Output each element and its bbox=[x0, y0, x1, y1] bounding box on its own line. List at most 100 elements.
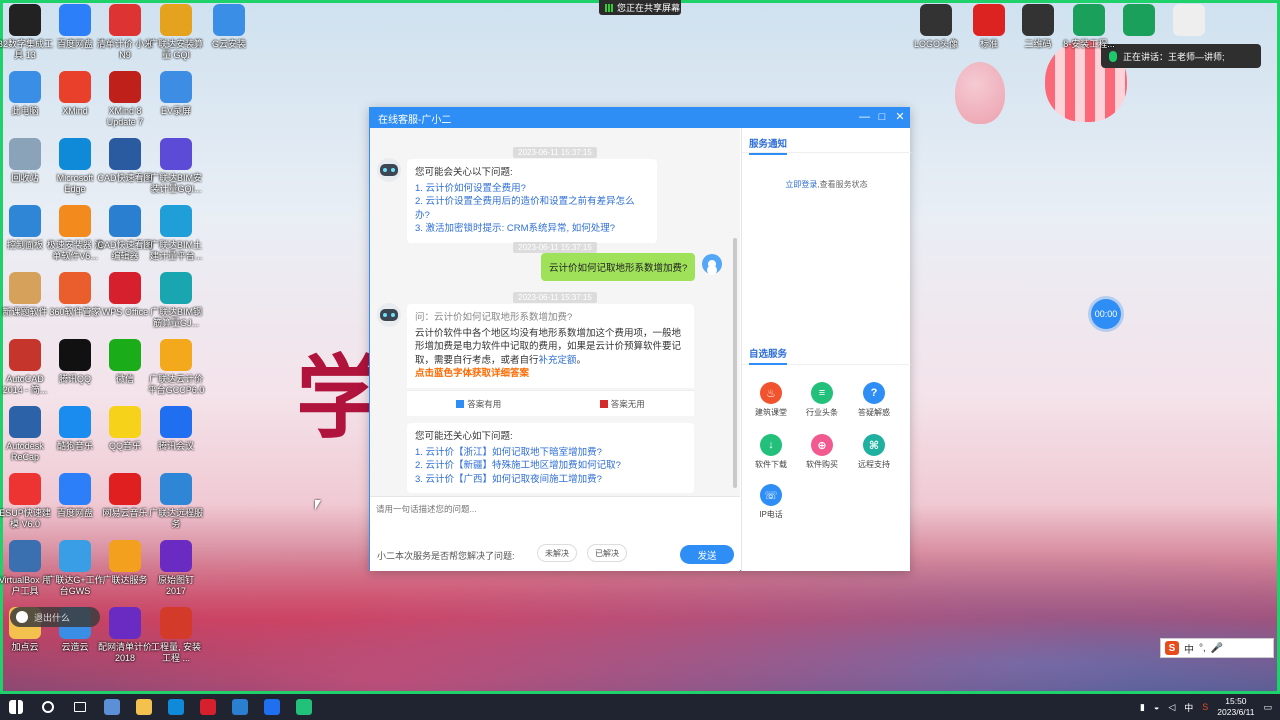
robot-icon bbox=[380, 164, 398, 176]
desktop-icon[interactable]: 清单计价 小米N9 bbox=[96, 4, 154, 61]
desktop-icon[interactable]: 配网清单计价 2018 bbox=[96, 607, 154, 664]
sogou-tray-icon[interactable]: S bbox=[1202, 702, 1208, 712]
app-icon bbox=[160, 339, 192, 371]
question-icon: ? bbox=[863, 382, 885, 404]
calculator-icon bbox=[104, 699, 120, 715]
service-item[interactable]: ⌘ 远程支持 bbox=[851, 434, 897, 470]
edge-app[interactable] bbox=[160, 694, 192, 720]
service-item[interactable]: ↓ 软件下载 bbox=[748, 434, 794, 470]
sogou-icon[interactable]: S bbox=[1165, 641, 1179, 655]
pw-icon bbox=[160, 540, 192, 572]
app-icon bbox=[59, 205, 91, 237]
task-view-button[interactable] bbox=[64, 694, 96, 720]
start-button[interactable] bbox=[0, 694, 32, 720]
desktop-icon[interactable]: 广联达远程服务 bbox=[147, 473, 205, 530]
ime-lang[interactable]: 中 bbox=[1184, 641, 1194, 656]
related-question[interactable]: 1. 云计价【浙江】如何记取地下暗室增加费? bbox=[415, 446, 686, 460]
app-icon bbox=[160, 272, 192, 304]
unresolved-button[interactable]: 未解决 bbox=[537, 544, 577, 562]
desktop-icon[interactable] bbox=[1160, 4, 1218, 39]
user-message: 云计价如何记取地形系数增加费? bbox=[541, 253, 696, 281]
desktop-icon[interactable]: 广联达BIM安装计量GQI... bbox=[147, 138, 205, 195]
desktop-icon[interactable]: 二维码 bbox=[1009, 4, 1067, 50]
send-button[interactable]: 发送 bbox=[680, 545, 734, 564]
screen-share-bar[interactable]: 您正在共享屏幕 bbox=[599, 0, 681, 15]
service-item[interactable]: ♨ 建筑课堂 bbox=[748, 382, 794, 418]
close-button[interactable]: ✕ bbox=[895, 111, 905, 124]
ime-mic-icon[interactable]: 🎤 bbox=[1211, 643, 1223, 654]
desktop-icon[interactable]: 原始图钉 2017 bbox=[147, 540, 205, 597]
desktop-icon[interactable]: LOGO头像 bbox=[907, 4, 965, 50]
service-item[interactable]: ≡ 行业头条 bbox=[799, 382, 845, 418]
desktop-icon[interactable]: 广联达服务 bbox=[96, 540, 154, 586]
app-icon bbox=[109, 540, 141, 572]
preview-app[interactable] bbox=[224, 694, 256, 720]
resolved-button[interactable]: 已解决 bbox=[587, 544, 627, 562]
desktop-icon[interactable]: XMind 8 Update 7 bbox=[96, 71, 154, 128]
desktop-icon[interactable]: 广联达安装算量 GQI bbox=[147, 4, 205, 61]
chat-titlebar[interactable]: 在线客服-广小二 — □ ✕ bbox=[370, 108, 909, 128]
edge-icon bbox=[59, 138, 91, 170]
desktop-icon[interactable]: EV录屏 bbox=[147, 71, 205, 117]
message-list[interactable]: 2023-06-11 15:37:15 您可能会关心以下问题: 1. 云计价如何… bbox=[370, 128, 740, 496]
wallpaper-balloon bbox=[955, 62, 1005, 124]
cad-icon bbox=[109, 205, 141, 237]
desktop-icon[interactable]: 广联达云计价平台GCCP6.0 bbox=[147, 339, 205, 396]
minimize-button[interactable]: — bbox=[859, 111, 870, 124]
clock[interactable]: 15:50 2023/6/11 bbox=[1217, 696, 1254, 718]
sheets-app[interactable] bbox=[288, 694, 320, 720]
desktop-icon[interactable]: WPS Office bbox=[96, 272, 154, 318]
meeting-app[interactable] bbox=[256, 694, 288, 720]
wps-app[interactable] bbox=[192, 694, 224, 720]
desktop-icon-label: 广联达BIM安装计量GQI... bbox=[149, 173, 202, 194]
vote-useful-button[interactable]: 答案有用 bbox=[407, 391, 551, 416]
suggested-question[interactable]: 3. 激活加密锁时提示: CRM系统异常, 如何处理? bbox=[415, 222, 649, 236]
answer-link[interactable]: 补充定额 bbox=[539, 355, 577, 366]
desktop-icon[interactable]: CAD快速看图 编辑器 bbox=[96, 205, 154, 262]
suggested-question[interactable]: 2. 云计价设置全费用后的造价和设置之前有差异怎么办? bbox=[415, 195, 649, 222]
intro-text: 您可能会关心以下问题: bbox=[415, 167, 513, 178]
suggested-question[interactable]: 1. 云计价如何设置全费用? bbox=[415, 182, 649, 196]
desktop-icon[interactable]: 广联达BIM钢筋算量GJ... bbox=[147, 272, 205, 329]
maximize-button[interactable]: □ bbox=[877, 111, 887, 124]
service-item[interactable]: ☏ IP电话 bbox=[748, 484, 794, 520]
desktop-icon[interactable]: G云安装 bbox=[200, 4, 258, 50]
recording-timer[interactable]: 00:00 bbox=[1091, 299, 1121, 329]
battery-icon[interactable]: ▮ bbox=[1140, 702, 1145, 713]
desktop-icon[interactable]: 腾讯会议 bbox=[147, 406, 205, 452]
ime-toolbar[interactable]: S 中 °, 🎤 bbox=[1160, 638, 1274, 658]
login-suffix: ,查看服务状态 bbox=[817, 180, 868, 189]
answer-hint: 点击蓝色字体获取详细答案 bbox=[415, 368, 530, 379]
signal-icon bbox=[605, 3, 613, 12]
tray-lang[interactable]: 中 bbox=[1184, 701, 1193, 714]
computer-icon bbox=[9, 71, 41, 103]
calculator-app[interactable] bbox=[96, 694, 128, 720]
message-timestamp: 2023-06-11 15:37:15 bbox=[370, 144, 740, 158]
services-title[interactable]: 自选服务 bbox=[749, 346, 788, 365]
volume-icon[interactable]: ◁ bbox=[1168, 702, 1175, 713]
desktop-icon[interactable]: 微信 bbox=[96, 339, 154, 385]
desktop-icon[interactable]: 网易云音乐 bbox=[96, 473, 154, 519]
search-button[interactable] bbox=[32, 694, 64, 720]
related-question[interactable]: 3. 云计价【广西】如何记取夜间施工增加费? bbox=[415, 473, 686, 487]
vote-useless-button[interactable]: 答案无用 bbox=[551, 391, 695, 416]
chat-input[interactable] bbox=[376, 503, 734, 533]
ime-punct[interactable]: °, bbox=[1199, 643, 1206, 654]
network-icon[interactable]: ◒ bbox=[1154, 702, 1159, 712]
related-question[interactable]: 2. 云计价【新疆】特殊施工地区增加费如何记取? bbox=[415, 459, 686, 473]
login-link[interactable]: 立即登录 bbox=[785, 180, 817, 189]
desktop-icon[interactable]: CAD快速看图 bbox=[96, 138, 154, 184]
chat-scrollbar[interactable] bbox=[733, 238, 737, 488]
robot-icon bbox=[380, 309, 398, 321]
notification-icon[interactable]: ▭ bbox=[1263, 702, 1272, 713]
desktop-icon[interactable]: 广联达BIM土建计量平台... bbox=[147, 205, 205, 262]
service-item[interactable]: ? 答疑解惑 bbox=[851, 382, 897, 418]
desktop-icon[interactable]: 工程量, 安装工程 ... bbox=[147, 607, 205, 664]
service-item[interactable]: ⊕ 软件购买 bbox=[799, 434, 845, 470]
chat-pane: 2023-06-11 15:37:15 您可能会关心以下问题: 1. 云计价如何… bbox=[370, 128, 740, 571]
file-explorer-app[interactable] bbox=[128, 694, 160, 720]
desktop-icon[interactable]: QQ音乐 bbox=[96, 406, 154, 452]
user-icon bbox=[708, 260, 716, 268]
floating-pill[interactable]: 退出什么 bbox=[10, 607, 100, 627]
music-icon bbox=[109, 406, 141, 438]
